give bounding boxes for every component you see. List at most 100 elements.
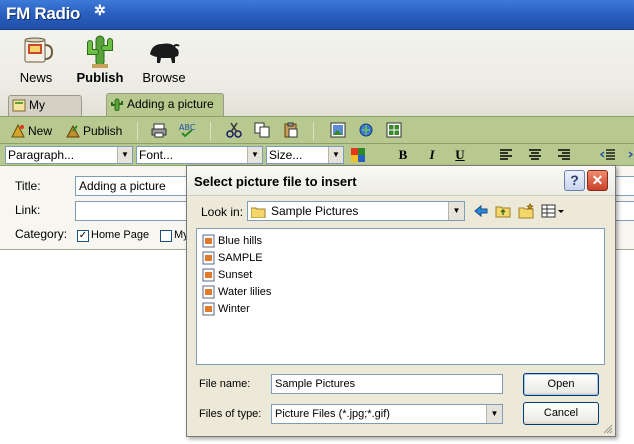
resize-grip-icon[interactable] [603, 424, 613, 434]
chevron-down-icon: ▼ [448, 202, 464, 220]
new-post-icon [10, 123, 26, 139]
sparkle-icon: ✲ [94, 2, 106, 18]
tab-my-posts[interactable]: My Posts [8, 95, 82, 131]
folder-icon [250, 205, 266, 219]
chevron-down-icon: ▼ [486, 405, 502, 423]
new-button[interactable]: New [10, 122, 52, 140]
paragraph-select[interactable]: Paragraph... ▼ [5, 146, 133, 164]
underline-button[interactable]: U [452, 147, 468, 163]
insert-table-icon[interactable] [386, 122, 402, 138]
indent-icon[interactable] [624, 147, 634, 163]
category-home-page-label: Home Page [91, 229, 150, 241]
new-folder-icon[interactable] [518, 202, 534, 219]
document-icon [12, 99, 26, 112]
file-name: Sunset [218, 269, 253, 281]
back-arrow-icon[interactable] [473, 203, 489, 219]
chevron-down-icon: ▼ [328, 147, 343, 163]
app-title: FM Radio [6, 4, 81, 23]
image-file-icon [202, 285, 215, 299]
insert-picture-icon[interactable] [330, 122, 346, 138]
open-button[interactable]: Open [523, 373, 599, 396]
image-file-icon [202, 234, 215, 248]
paste-icon[interactable] [283, 122, 299, 138]
main-toolbar: New Publish ABC [0, 116, 634, 144]
font-select-value: Font... [139, 148, 174, 162]
spellcheck-icon[interactable]: ABC [179, 122, 196, 138]
align-center-icon[interactable] [527, 147, 543, 163]
nav-news[interactable]: News [10, 34, 62, 85]
document-tabs: My Posts Adding a picture [0, 88, 634, 131]
view-menu-icon[interactable] [541, 203, 565, 219]
image-file-icon [202, 251, 215, 265]
print-icon[interactable] [151, 122, 167, 138]
cactus-icon [110, 97, 124, 112]
format-toolbar: Paragraph... ▼ Font... ▼ Size... ▼ B I U [0, 144, 634, 166]
bold-button[interactable]: B [395, 147, 411, 163]
toolbar-separator [137, 122, 138, 140]
list-item[interactable]: Sunset [202, 267, 252, 283]
news-mug-icon [18, 34, 54, 68]
publish-button[interactable]: Publish [65, 122, 122, 140]
category-checkbox-home-page[interactable]: ✓ [77, 230, 89, 242]
font-select[interactable]: Font... ▼ [136, 146, 263, 164]
list-item[interactable]: SAMPLE [202, 250, 263, 266]
help-button[interactable]: ? [564, 170, 585, 191]
nav-browse[interactable]: Browse [138, 34, 190, 85]
up-folder-icon[interactable] [495, 203, 511, 219]
category-label: Category: [15, 227, 68, 241]
tab-adding-a-picture-label: Adding a picture [127, 97, 214, 111]
file-name: Blue hills [218, 235, 263, 247]
nav-publish-label: Publish [76, 70, 124, 85]
category-checkbox-my[interactable] [160, 230, 172, 242]
file-name-label: File name: [199, 378, 251, 390]
main-nav: News Publish Browse [0, 30, 634, 88]
nav-browse-label: Browse [142, 70, 186, 85]
file-name: Water lilies [218, 286, 272, 298]
new-button-label: New [28, 124, 53, 138]
cactus-icon [82, 34, 118, 68]
file-name: Winter [218, 303, 250, 315]
image-file-icon [202, 302, 215, 316]
publish-icon [65, 123, 81, 139]
nav-news-label: News [19, 70, 53, 85]
file-type-select[interactable]: Picture Files (*.jpg;*.gif) ▼ [271, 404, 503, 424]
nav-publish[interactable]: Publish [74, 34, 126, 85]
file-type-label: Files of type: [199, 408, 262, 420]
paragraph-select-value: Paragraph... [8, 148, 75, 162]
app-title-bar: FM Radio ✲ [0, 0, 634, 30]
copy-icon[interactable] [254, 122, 270, 138]
toolbar-separator [210, 122, 211, 140]
list-item[interactable]: Winter [202, 301, 250, 317]
title-label: Title: [15, 179, 41, 193]
file-name: SAMPLE [218, 252, 263, 264]
align-right-icon[interactable] [556, 147, 572, 163]
color-picker-icon[interactable] [350, 147, 366, 163]
file-type-value: Picture Files (*.jpg;*.gif) [275, 408, 390, 420]
cancel-button[interactable]: Cancel [523, 402, 599, 425]
file-name-field[interactable]: Sample Pictures [271, 374, 503, 394]
file-list[interactable]: Blue hills SAMPLE Sunset Water lilies Wi… [196, 228, 605, 365]
look-in-label: Look in: [201, 205, 244, 219]
size-select-value: Size... [269, 148, 303, 162]
outdent-icon[interactable] [599, 147, 616, 163]
tab-adding-a-picture[interactable]: Adding a picture [106, 93, 224, 116]
dialog-title: Select picture file to insert [194, 174, 357, 189]
list-item[interactable]: Water lilies [202, 284, 271, 300]
insert-link-icon[interactable] [358, 122, 374, 138]
image-file-icon [202, 268, 215, 282]
svg-text:ABC: ABC [179, 123, 195, 132]
publish-button-label: Publish [83, 124, 123, 138]
close-button[interactable]: ✕ [587, 170, 608, 191]
chevron-down-icon: ▼ [247, 147, 262, 163]
look-in-select[interactable]: Sample Pictures ▼ [247, 201, 465, 221]
italic-button[interactable]: I [424, 147, 440, 163]
toolbar-separator [313, 122, 314, 140]
look-in-value: Sample Pictures [271, 204, 359, 218]
list-item[interactable]: Blue hills [202, 233, 262, 249]
link-label: Link: [15, 203, 41, 217]
cut-icon[interactable] [226, 122, 242, 138]
size-select[interactable]: Size... ▼ [266, 146, 344, 164]
buffalo-icon [146, 34, 182, 68]
chevron-down-icon: ▼ [117, 147, 132, 163]
align-left-icon[interactable] [498, 147, 514, 163]
